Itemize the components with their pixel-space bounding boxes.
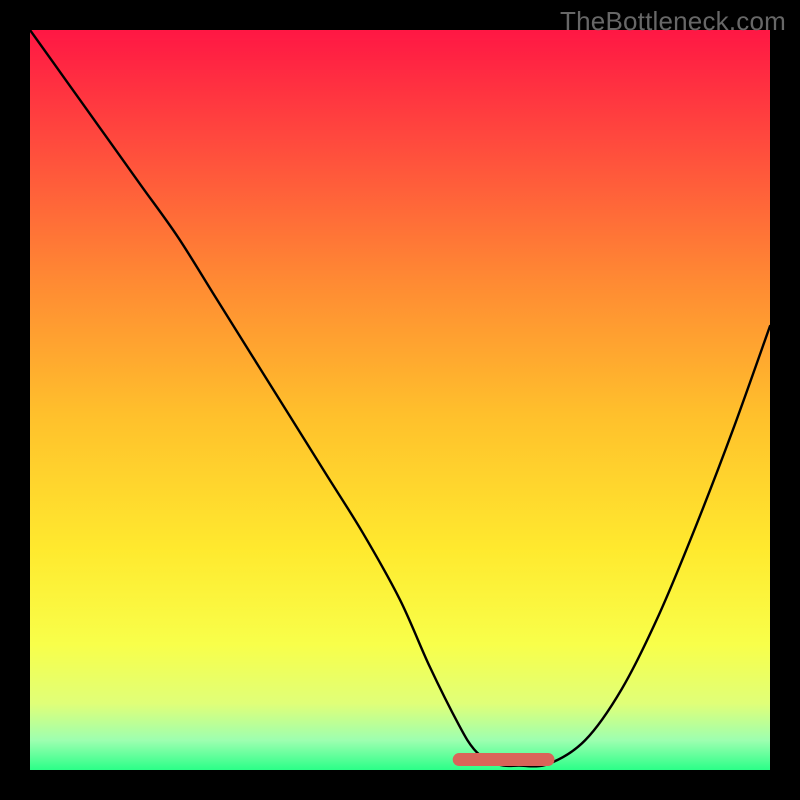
gradient-background (30, 30, 770, 770)
chart-frame: TheBottleneck.com (0, 0, 800, 800)
plot-area (30, 30, 770, 770)
watermark-text: TheBottleneck.com (560, 6, 786, 37)
bottleneck-curve-chart (30, 30, 770, 770)
